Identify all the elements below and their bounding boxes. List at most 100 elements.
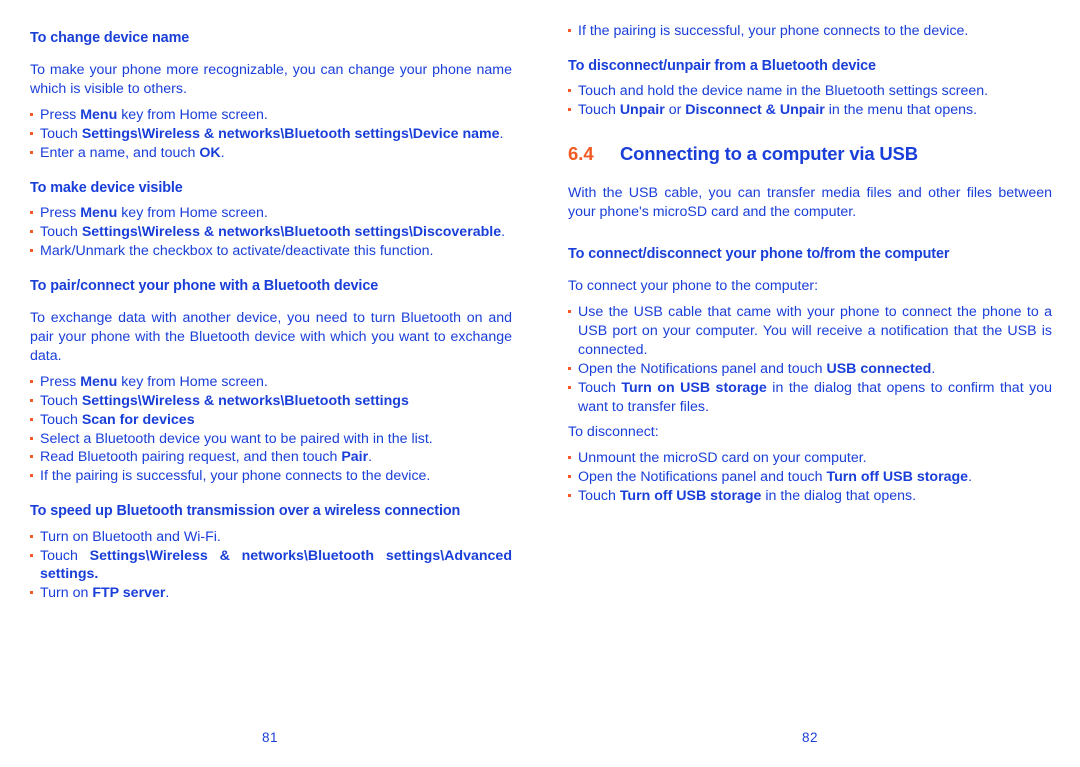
- emphasis-run: Scan for devices: [81, 411, 195, 428]
- left-page-content: To change device name To make your phone …: [30, 22, 512, 603]
- text-run: in the menu that opens.: [824, 102, 978, 119]
- emphasis-run: USB connected: [826, 360, 932, 377]
- page-number-right: 82: [801, 730, 819, 745]
- emphasis-run: Settings\Wireless & networks\Bluetooth s…: [40, 547, 512, 583]
- instruction-list: If the pairing is successful, your phone…: [568, 22, 1052, 41]
- right-page-column: If the pairing is successful, your phone…: [540, 0, 1080, 767]
- body-paragraph: To make your phone more recognizable, yo…: [30, 62, 512, 98]
- text-run: Touch: [40, 547, 90, 564]
- list-item: Touch Settings\Wireless & networks\Bluet…: [30, 223, 512, 242]
- text-run: If the pairing is successful, your phone…: [578, 23, 969, 39]
- page-number-left: 81: [261, 730, 279, 745]
- list-item: Turn on Bluetooth and Wi-Fi.: [30, 528, 512, 547]
- text-run: in the dialog that opens.: [761, 488, 917, 505]
- instruction-list: Unmount the microSD card on your compute…: [568, 449, 1052, 506]
- emphasis-run: Settings\Wireless & networks\Bluetooth s…: [81, 126, 500, 143]
- text-run: key from Home screen.: [117, 107, 268, 124]
- emphasis-run: Unpair: [619, 102, 665, 119]
- emphasis-run: Settings\Wireless & networks\Bluetooth s…: [81, 392, 409, 409]
- list-item: Enter a name, and touch OK.: [30, 144, 512, 163]
- instruction-list: Press Menu key from Home screen. Touch Se…: [30, 106, 512, 163]
- list-item: Press Menu key from Home screen.: [30, 373, 512, 392]
- list-item: Press Menu key from Home screen.: [30, 204, 512, 223]
- text-run: key from Home screen.: [117, 205, 268, 222]
- text-run: Press: [40, 373, 81, 390]
- text-run: .: [499, 126, 504, 143]
- text-run: Enter a name, and touch: [40, 144, 200, 161]
- list-item: Open the Notifications panel and touch T…: [568, 468, 1052, 487]
- list-item: Touch Settings\Wireless & networks\Bluet…: [30, 125, 512, 144]
- list-item: Open the Notifications panel and touch U…: [568, 360, 1052, 379]
- text-run: Touch: [40, 126, 82, 143]
- text-run: .: [501, 224, 506, 241]
- instruction-list: Press Menu key from Home screen. Touch Se…: [30, 204, 512, 261]
- body-paragraph: With the USB cable, you can transfer med…: [568, 185, 1052, 220]
- emphasis-run: Disconnect & Unpair: [685, 102, 825, 119]
- list-item: Touch and hold the device name in the Bl…: [568, 82, 1052, 101]
- text-run: .: [931, 360, 936, 377]
- list-item: Read Bluetooth pairing request, and then…: [30, 448, 512, 467]
- chapter-section-heading: 6.4 Connecting to a computer via USB: [568, 142, 1052, 166]
- section-subheading: To pair/connect your phone with a Blueto…: [30, 277, 379, 294]
- text-run: Read Bluetooth pairing request, and then…: [40, 449, 342, 466]
- list-item: Touch Settings\Wireless & networks\Bluet…: [30, 547, 512, 585]
- text-run: Touch: [40, 392, 82, 409]
- emphasis-run: Menu: [80, 373, 118, 390]
- body-paragraph: To disconnect:: [568, 424, 659, 441]
- section-number: 6.4: [568, 143, 594, 165]
- section-subheading: To speed up Bluetooth transmission over …: [30, 503, 461, 520]
- list-item: If the pairing is successful, your phone…: [568, 22, 1052, 41]
- instruction-list: Use the USB cable that came with your ph…: [568, 303, 1052, 416]
- section-subheading: To make device visible: [30, 179, 183, 196]
- text-run: Touch: [578, 102, 620, 119]
- list-item: Touch Settings\Wireless & networks\Bluet…: [30, 392, 512, 411]
- page-spread: To change device name To make your phone …: [0, 0, 1080, 767]
- text-run: Press: [40, 205, 81, 222]
- list-item: Select a Bluetooth device you want to be…: [30, 430, 512, 449]
- body-paragraph: To connect your phone to the computer:: [568, 278, 819, 295]
- list-item: Touch Unpair or Disconnect & Unpair in t…: [568, 101, 1052, 120]
- list-item: Mark/Unmark the checkbox to activate/dea…: [30, 242, 512, 261]
- text-run: Open the Notifications panel and touch: [578, 360, 827, 377]
- right-page-content: If the pairing is successful, your phone…: [568, 22, 1052, 506]
- instruction-list: Touch and hold the device name in the Bl…: [568, 82, 1052, 120]
- text-run: Touch: [578, 379, 622, 396]
- emphasis-run: FTP server: [92, 585, 166, 602]
- list-item: Touch Scan for devices: [30, 411, 512, 430]
- body-paragraph: To exchange data with another device, yo…: [30, 310, 512, 365]
- text-run: Mark/Unmark the checkbox to activate/dea…: [40, 243, 434, 259]
- list-item: If the pairing is successful, your phone…: [30, 467, 512, 486]
- text-run: Touch and hold the device name in the Bl…: [578, 83, 989, 100]
- emphasis-run: OK: [199, 144, 221, 161]
- text-run: Press: [40, 107, 81, 124]
- text-run: Open the Notifications panel and touch: [578, 469, 827, 486]
- text-run: Select a Bluetooth device you want to be…: [40, 430, 433, 447]
- text-run: .: [968, 469, 973, 486]
- emphasis-run: Turn off USB storage: [826, 469, 969, 486]
- text-run: Turn on: [40, 585, 93, 602]
- text-run: .: [368, 449, 373, 466]
- text-run: Touch: [40, 224, 82, 241]
- emphasis-run: Menu: [80, 205, 118, 222]
- list-item: Press Menu key from Home screen.: [30, 106, 512, 125]
- emphasis-run: Menu: [80, 107, 118, 124]
- section-subheading: To change device name: [30, 30, 190, 46]
